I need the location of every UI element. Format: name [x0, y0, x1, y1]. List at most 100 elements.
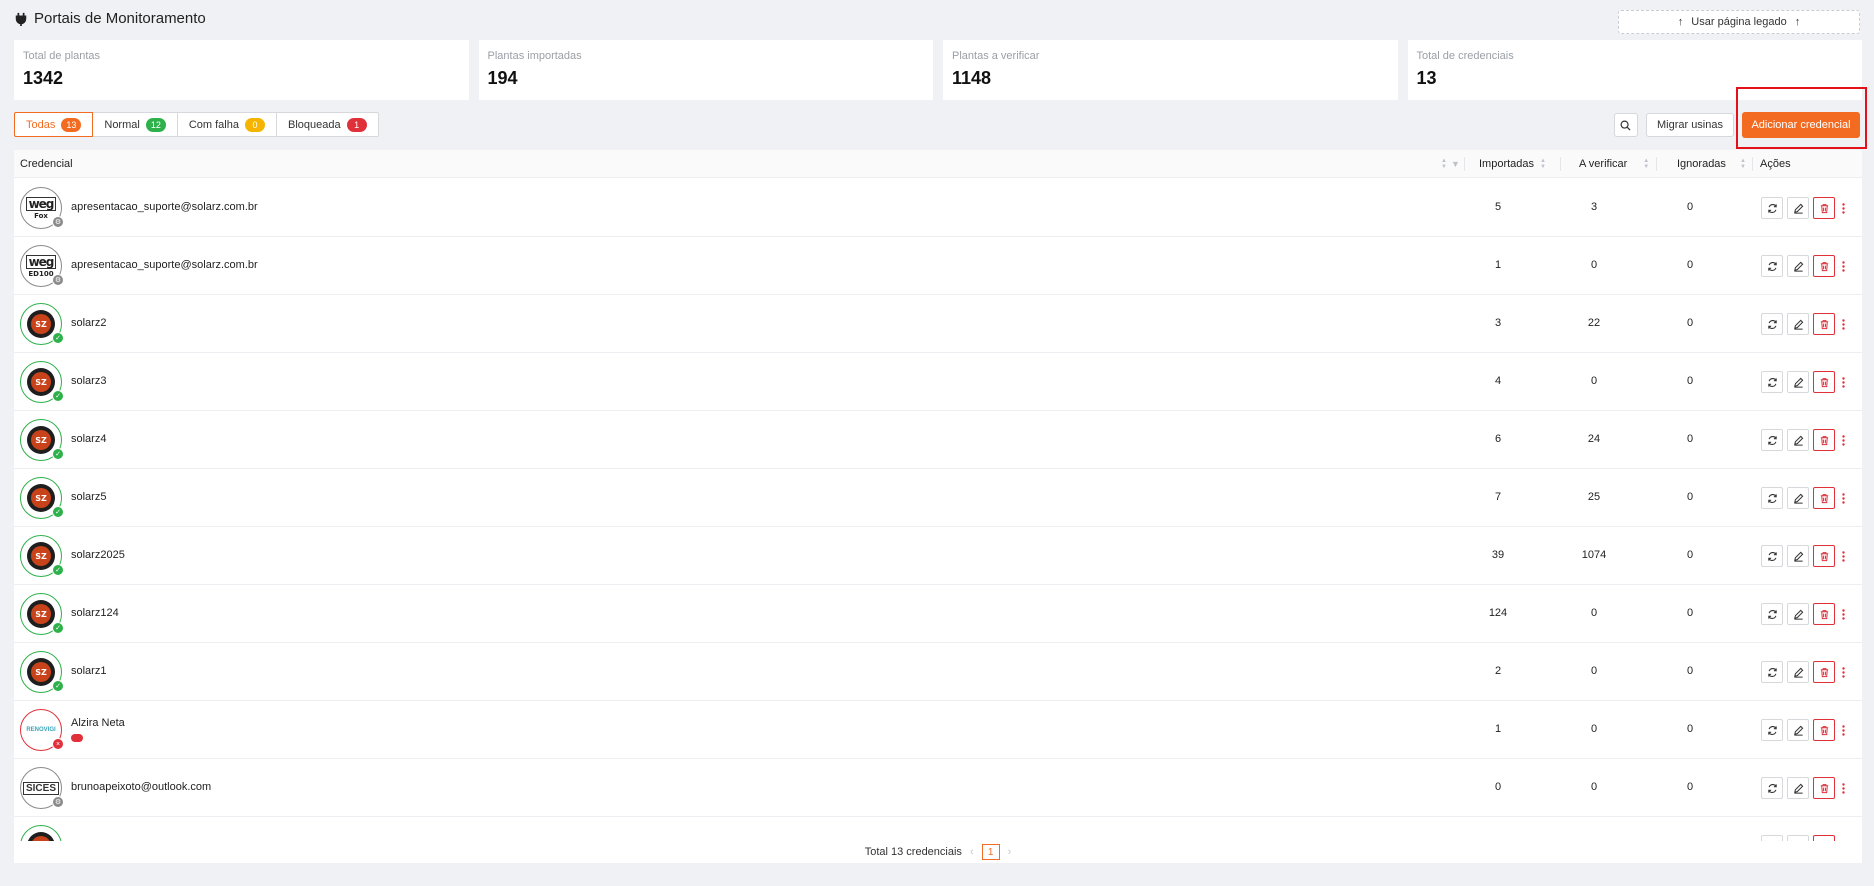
- top-bar: Portais de Monitoramento ↑ Usar página l…: [14, 8, 1860, 34]
- more-options-icon[interactable]: [1839, 603, 1847, 625]
- more-options-icon[interactable]: [1839, 313, 1847, 335]
- table-row[interactable]: SZ ✓ solarz2025 39 1074 0: [14, 527, 1862, 585]
- sync-button[interactable]: [1761, 545, 1783, 567]
- delete-button[interactable]: [1813, 487, 1835, 509]
- more-options-icon[interactable]: [1839, 719, 1847, 741]
- count-badge: 12: [145, 117, 166, 132]
- filter-icon[interactable]: ▼: [1451, 159, 1460, 169]
- table-row[interactable]: SICES ⚙ brunoapeixoto@outlook.com 0 0 0: [14, 759, 1862, 817]
- more-options-icon[interactable]: [1839, 197, 1847, 219]
- more-options-icon[interactable]: [1839, 777, 1847, 799]
- delete-button[interactable]: [1813, 429, 1835, 451]
- credential-sorter[interactable]: ▲ ▼ ▼: [1435, 150, 1460, 178]
- sync-button[interactable]: [1761, 487, 1783, 509]
- more-options-icon[interactable]: [1839, 545, 1847, 567]
- sync-button[interactable]: [1761, 313, 1783, 335]
- delete-button[interactable]: [1813, 255, 1835, 277]
- plug-icon: [15, 12, 27, 26]
- sync-button[interactable]: [1761, 719, 1783, 741]
- ignored-count: 0: [1686, 317, 1694, 329]
- edit-button[interactable]: [1787, 661, 1809, 683]
- row-actions: [1761, 429, 1847, 451]
- more-options-icon[interactable]: [1839, 255, 1847, 277]
- edit-button[interactable]: [1787, 487, 1809, 509]
- row-actions: [1761, 545, 1847, 567]
- table-row[interactable]: SZ ✓ solarz2 3 22 0: [14, 295, 1862, 353]
- more-options-icon[interactable]: [1839, 661, 1847, 683]
- column-header-actions: Ações: [1760, 158, 1791, 170]
- delete-button[interactable]: [1813, 545, 1835, 567]
- table-row[interactable]: weg Fox ⚙ apresentacao_suporte@solarz.com.b…: [14, 179, 1862, 237]
- credential-name: solarz2025: [71, 549, 125, 561]
- table-row[interactable]: SZ ✓ solarz5 7 25 0: [14, 469, 1862, 527]
- table-row[interactable]: SZ ✓ solarz3 4 0 0: [14, 353, 1862, 411]
- filter-tab-todas[interactable]: Todas 13: [14, 112, 94, 137]
- filter-tab-normal[interactable]: Normal 12: [92, 112, 178, 137]
- trash-icon: [1820, 493, 1828, 503]
- edit-button[interactable]: [1787, 545, 1809, 567]
- stat-label: Plantas a verificar: [952, 50, 1040, 62]
- search-button[interactable]: [1613, 113, 1638, 137]
- sync-button[interactable]: [1761, 255, 1783, 277]
- migrate-plants-button[interactable]: Migrar usinas: [1645, 113, 1734, 137]
- pencil-icon: [1793, 783, 1803, 794]
- column-header-imported[interactable]: Importadas ▲ ▼: [1479, 150, 1546, 178]
- delete-button[interactable]: [1813, 313, 1835, 335]
- table-row[interactable]: ✓: [14, 817, 1862, 841]
- stat-label: Plantas importadas: [487, 50, 582, 62]
- delete-button[interactable]: [1813, 777, 1835, 799]
- edit-button[interactable]: [1787, 777, 1809, 799]
- imported-count: 1: [1494, 723, 1502, 735]
- ignored-count: 0: [1686, 781, 1694, 793]
- page-number-current[interactable]: 1: [981, 844, 1000, 860]
- more-options-icon[interactable]: [1839, 371, 1847, 393]
- stats-row: Total de plantas 1342 Plantas importadas…: [14, 40, 1862, 100]
- sync-button[interactable]: [1761, 777, 1783, 799]
- column-header-ignored[interactable]: Ignoradas ▲ ▼: [1677, 150, 1746, 178]
- credential-name: brunoapeixoto@outlook.com: [71, 781, 212, 793]
- sync-button[interactable]: [1761, 603, 1783, 625]
- sync-button[interactable]: [1761, 429, 1783, 451]
- more-options-icon[interactable]: [1839, 487, 1847, 509]
- sync-button[interactable]: [1761, 371, 1783, 393]
- delete-button[interactable]: [1813, 661, 1835, 683]
- delete-button[interactable]: [1813, 371, 1835, 393]
- page-title-text: Portais de Monitoramento: [34, 10, 206, 27]
- page-title: Portais de Monitoramento: [14, 10, 206, 27]
- filter-tab-bloqueada[interactable]: Bloqueada 1: [275, 112, 379, 137]
- to-verify-count: 1074: [1581, 549, 1607, 561]
- refresh-icon: [1767, 609, 1777, 619]
- sync-button[interactable]: [1761, 197, 1783, 219]
- table-row[interactable]: RENOVIGI × Alzira Neta 1 0 0: [14, 701, 1862, 759]
- edit-button[interactable]: [1787, 719, 1809, 741]
- blocked-tag: [71, 734, 83, 742]
- sync-button[interactable]: [1761, 661, 1783, 683]
- refresh-icon: [1767, 377, 1777, 387]
- edit-button[interactable]: [1787, 371, 1809, 393]
- table-row[interactable]: SZ ✓ solarz124 124 0 0: [14, 585, 1862, 643]
- pencil-icon: [1793, 319, 1803, 330]
- column-header-to-verify[interactable]: A verificar ▲ ▼: [1579, 150, 1649, 178]
- edit-button[interactable]: [1787, 603, 1809, 625]
- delete-button[interactable]: [1813, 719, 1835, 741]
- add-credential-button[interactable]: Adicionar credencial: [1742, 112, 1860, 138]
- row-actions: [1761, 777, 1847, 799]
- edit-button[interactable]: [1787, 313, 1809, 335]
- delete-button[interactable]: [1813, 197, 1835, 219]
- table-row[interactable]: SZ ✓ solarz4 6 24 0: [14, 411, 1862, 469]
- ignored-count: 0: [1686, 433, 1694, 445]
- more-options-icon[interactable]: [1839, 429, 1847, 451]
- refresh-icon: [1767, 203, 1777, 213]
- edit-button[interactable]: [1787, 429, 1809, 451]
- next-page-icon[interactable]: ›: [1008, 846, 1012, 858]
- filter-tab-com-falha[interactable]: Com falha 0: [176, 112, 277, 137]
- edit-button[interactable]: [1787, 197, 1809, 219]
- table-row[interactable]: weg ED100 ⚙ apresentacao_suporte@solarz.com…: [14, 237, 1862, 295]
- table-row[interactable]: SZ ✓ solarz1 2 0 0: [14, 643, 1862, 701]
- prev-page-icon[interactable]: ‹: [970, 846, 974, 858]
- edit-button[interactable]: [1787, 255, 1809, 277]
- row-actions: [1761, 487, 1847, 509]
- imported-count: 5: [1494, 201, 1502, 213]
- use-legacy-page-button[interactable]: ↑ Usar página legado ↑: [1618, 10, 1860, 34]
- delete-button[interactable]: [1813, 603, 1835, 625]
